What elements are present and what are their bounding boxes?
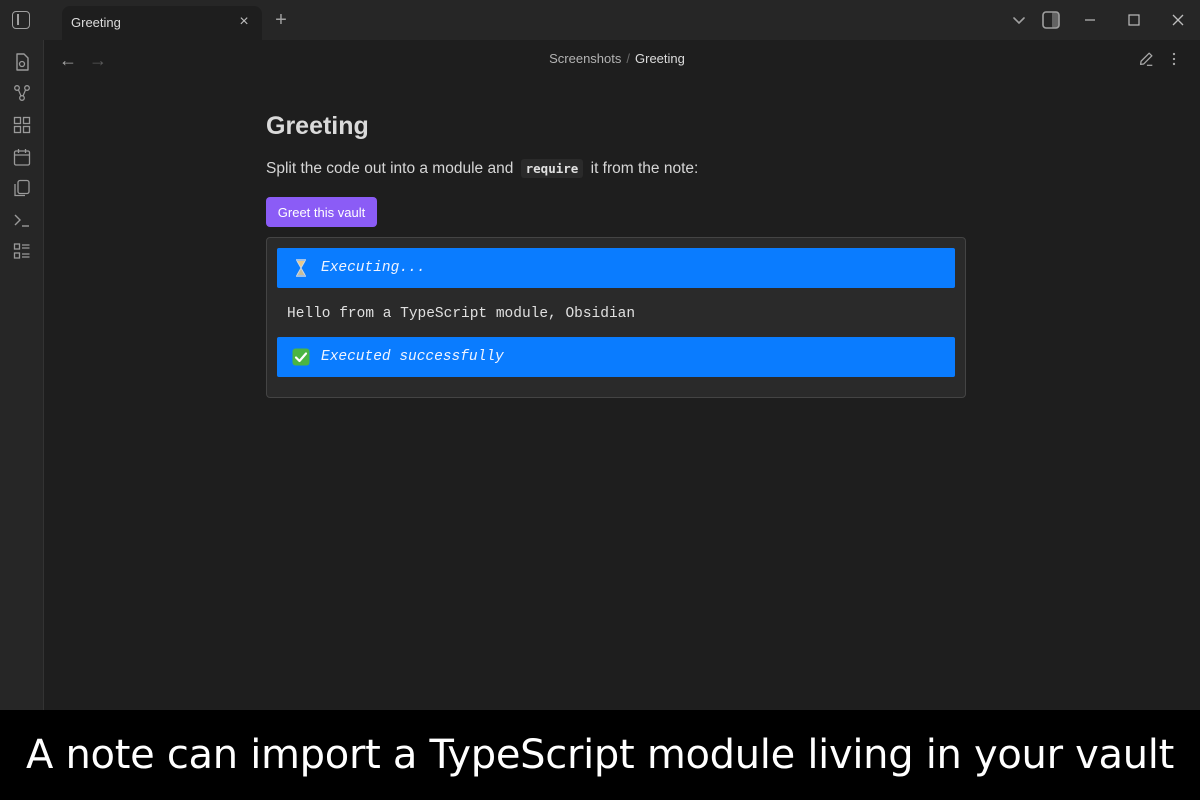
templates-icon[interactable] (12, 178, 32, 198)
new-tab-button[interactable]: + (271, 9, 291, 31)
paragraph-text-before: Split the code out into a module and (266, 160, 514, 177)
code-output-block: Executing... Hello from a TypeScript mod… (266, 237, 966, 398)
executing-status-bar: Executing... (277, 248, 955, 288)
canvas-icon[interactable] (12, 115, 32, 135)
breadcrumb-separator: / (626, 51, 630, 66)
executing-text: Executing... (321, 260, 426, 276)
tab-title: Greeting (71, 15, 121, 30)
hourglass-icon (296, 259, 306, 277)
breadcrumb-current[interactable]: Greeting (635, 51, 685, 66)
right-sidebar-icon[interactable] (1041, 10, 1061, 30)
open-file-icon[interactable] (12, 52, 32, 72)
daily-note-icon[interactable] (12, 147, 32, 167)
module-output-text: Hello from a TypeScript module, Obsidian (287, 306, 636, 322)
editor-pane: ← → Screenshots / Greeting Greeting Split … (44, 40, 1190, 710)
chevron-down-icon[interactable] (1009, 10, 1029, 30)
title-bar: Greeting × + (0, 0, 1200, 40)
sidebar-toggle-icon[interactable] (12, 11, 30, 29)
greet-vault-button[interactable]: Greet this vault (266, 197, 377, 227)
tab-close-icon[interactable]: × (234, 12, 254, 32)
more-options-icon[interactable] (1165, 50, 1183, 68)
success-text: Executed successfully (321, 349, 504, 365)
paragraph-text-after: it from the note: (590, 160, 699, 177)
left-ribbon (0, 40, 44, 710)
close-window-icon[interactable] (1168, 10, 1188, 30)
inline-code-require: require (520, 159, 584, 178)
breadcrumb: Screenshots / Greeting (44, 51, 1190, 66)
command-palette-icon[interactable] (12, 210, 32, 230)
caption-banner: A note can import a TypeScript module li… (0, 710, 1200, 800)
note-title: Greeting (266, 112, 369, 140)
edit-mode-icon[interactable] (1137, 50, 1155, 68)
maximize-icon[interactable] (1124, 10, 1144, 30)
bases-icon[interactable] (12, 241, 32, 261)
check-mark-icon (292, 348, 310, 366)
graph-view-icon[interactable] (12, 83, 32, 103)
minimize-icon[interactable] (1080, 10, 1100, 30)
caption-text: A note can import a TypeScript module li… (26, 732, 1174, 778)
success-status-bar: Executed successfully (277, 337, 955, 377)
breadcrumb-parent[interactable]: Screenshots (549, 51, 621, 66)
note-paragraph: Split the code out into a module and req… (266, 159, 699, 178)
scrollbar-gutter (1190, 40, 1200, 710)
tab-greeting[interactable]: Greeting × (62, 6, 262, 40)
